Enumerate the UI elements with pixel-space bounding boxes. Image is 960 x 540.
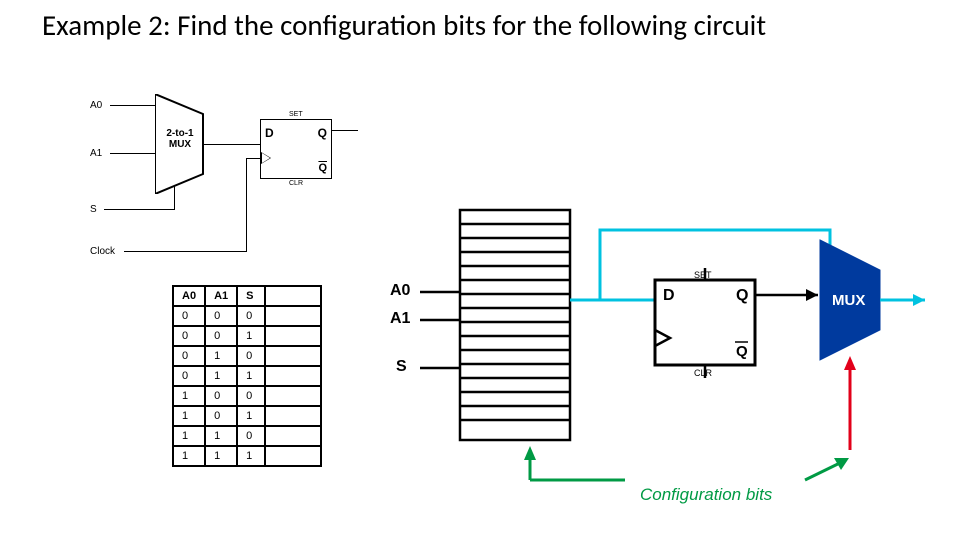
table-cell: 1 bbox=[205, 346, 237, 366]
table-cell: 1 bbox=[205, 446, 237, 466]
table-row: 101 bbox=[173, 406, 321, 426]
table-row: 000 bbox=[173, 306, 321, 326]
table-cell: 0 bbox=[205, 326, 237, 346]
table-cell bbox=[265, 406, 321, 426]
table-row: 001 bbox=[173, 326, 321, 346]
table-header-row: A0 A1 S bbox=[173, 286, 321, 306]
mux-label: 2-to-1 MUX bbox=[160, 128, 200, 150]
table-cell: 1 bbox=[205, 366, 237, 386]
pin-qbar: Q bbox=[318, 162, 327, 174]
configuration-bits-label: Configuration bits bbox=[640, 485, 772, 505]
table-cell bbox=[265, 386, 321, 406]
table-cell: 1 bbox=[237, 326, 265, 346]
table-row: 010 bbox=[173, 346, 321, 366]
table-cell: 1 bbox=[237, 406, 265, 426]
svg-text:CLR: CLR bbox=[694, 368, 713, 378]
table-cell bbox=[265, 366, 321, 386]
label-s: S bbox=[90, 204, 97, 215]
table-cell: 1 bbox=[237, 366, 265, 386]
table-cell: 1 bbox=[173, 426, 205, 446]
table-cell: 0 bbox=[237, 386, 265, 406]
table-cell bbox=[265, 426, 321, 446]
table-cell bbox=[265, 326, 321, 346]
pin-clr: CLR bbox=[289, 180, 303, 187]
table-row: 011 bbox=[173, 366, 321, 386]
d-flipflop-small: D Q Q SET CLR bbox=[260, 119, 332, 179]
table-cell: 0 bbox=[173, 326, 205, 346]
table-cell: 0 bbox=[237, 346, 265, 366]
col-out bbox=[265, 286, 321, 306]
label-a1: A1 bbox=[90, 148, 102, 159]
table-cell bbox=[265, 346, 321, 366]
col-a1: A1 bbox=[205, 286, 237, 306]
svg-text:D: D bbox=[663, 287, 675, 304]
top-circuit-diagram: A0 A1 S Clock 2-to-1 MUX D Q Q SET CLR bbox=[90, 94, 390, 260]
table-cell: 1 bbox=[173, 446, 205, 466]
col-s: S bbox=[237, 286, 265, 306]
table-row: 111 bbox=[173, 446, 321, 466]
table-cell: 0 bbox=[205, 406, 237, 426]
truth-table: A0 A1 S 000001010011100101110111 bbox=[172, 285, 322, 467]
table-cell: 0 bbox=[205, 306, 237, 326]
table-cell bbox=[265, 446, 321, 466]
table-cell: 1 bbox=[173, 406, 205, 426]
svg-text:MUX: MUX bbox=[832, 292, 865, 309]
table-cell: 0 bbox=[205, 386, 237, 406]
table-cell: 0 bbox=[173, 306, 205, 326]
table-row: 110 bbox=[173, 426, 321, 446]
diagram-svg: D Q Q SET CLR MUX bbox=[400, 200, 940, 520]
table-cell: 1 bbox=[173, 386, 205, 406]
fpga-lut-diagram: A0 A1 S bbox=[400, 200, 940, 520]
table-cell: 1 bbox=[237, 446, 265, 466]
table-row: 100 bbox=[173, 386, 321, 406]
svg-text:Q: Q bbox=[736, 343, 748, 360]
pin-q: Q bbox=[318, 126, 327, 140]
pin-d: D bbox=[265, 126, 274, 140]
slide-title: Example 2: Find the configuration bits f… bbox=[42, 8, 766, 43]
pin-set: SET bbox=[289, 111, 303, 118]
label-a0: A0 bbox=[90, 100, 102, 111]
col-a0: A0 bbox=[173, 286, 205, 306]
table-cell: 0 bbox=[237, 306, 265, 326]
svg-text:SET: SET bbox=[694, 270, 712, 280]
svg-text:Q: Q bbox=[736, 287, 748, 304]
label-clock: Clock bbox=[90, 246, 115, 257]
table-cell: 0 bbox=[237, 426, 265, 446]
table-cell: 0 bbox=[173, 346, 205, 366]
table-cell: 1 bbox=[205, 426, 237, 446]
clock-triangle-icon bbox=[261, 152, 271, 164]
table-cell: 0 bbox=[173, 366, 205, 386]
table-cell bbox=[265, 306, 321, 326]
